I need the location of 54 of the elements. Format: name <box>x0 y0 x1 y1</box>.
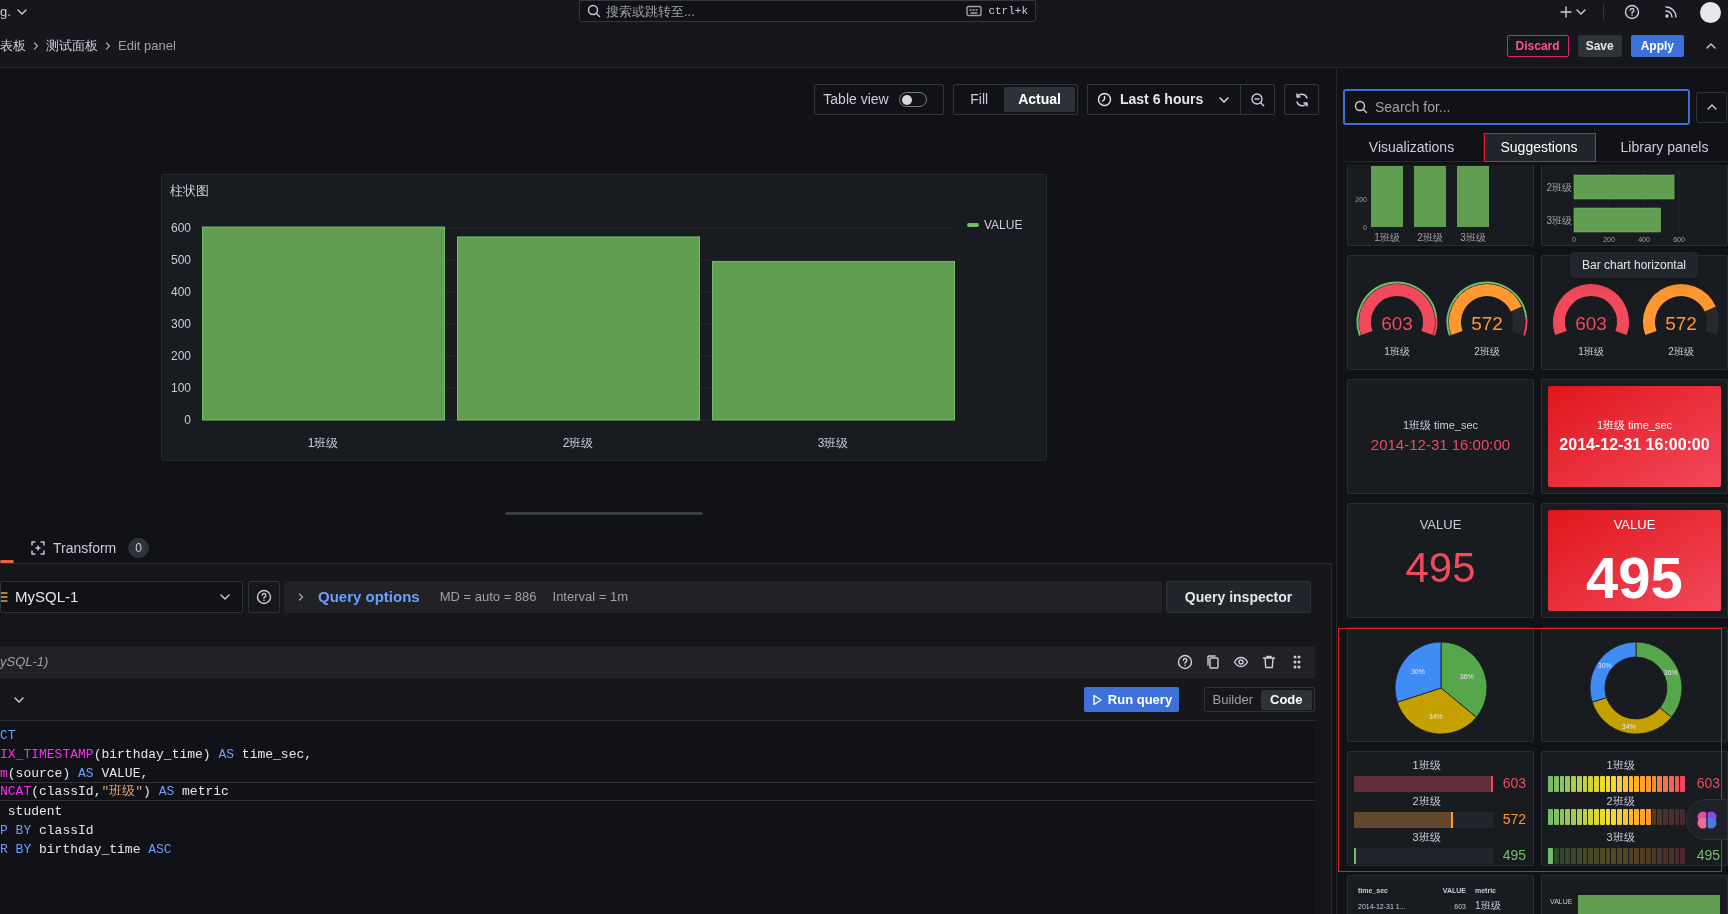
stat-value: 2014-12-31 16:00:00 <box>1559 436 1710 453</box>
bar-value: 495 <box>1695 846 1720 865</box>
stat-label: VALUE <box>1419 517 1462 532</box>
tooltip: Bar chart horizontal <box>1570 252 1698 278</box>
breadcrumb-current: Edit panel <box>118 36 176 55</box>
axis-tick-label: 500 <box>170 253 191 267</box>
stat-label: 1班级 time_sec <box>1596 419 1673 431</box>
gauge-value: 572 <box>1471 313 1503 334</box>
axis-category-label: 2班级 <box>562 436 594 450</box>
gauge-value: 603 <box>1381 313 1413 334</box>
gauge-value: 603 <box>1575 313 1607 334</box>
gauge-value: 572 <box>1665 313 1697 334</box>
chart-title: 柱状图 <box>170 183 209 198</box>
bar-value: 572 <box>1501 810 1526 829</box>
query-row-title: ySQL-1) <box>0 653 49 672</box>
axis-category-label: 3班级 <box>1546 215 1572 226</box>
bar-label: 3班级 <box>1411 830 1442 845</box>
shortcut-hint: ctrl+k <box>988 4 1028 19</box>
axis-category-label: 1班级 <box>307 436 339 450</box>
gauge-label: 1班级 <box>1384 346 1410 357</box>
bar-label: 2班级 <box>1411 794 1442 809</box>
time-range-label: Last 6 hours <box>1120 90 1204 109</box>
bar-label: 1班级 <box>1411 758 1442 773</box>
bar-value: 603 <box>1501 774 1526 793</box>
axis-category-label: 2班级 <box>1417 232 1443 243</box>
stat-label: VALUE <box>1613 517 1656 532</box>
bar-label: 2班级 <box>1605 794 1636 809</box>
gauge-label: 1班级 <box>1578 346 1604 357</box>
legend-label: VALUE <box>984 218 1023 232</box>
stat-value: 2014-12-31 16:00:00 <box>1370 436 1511 453</box>
table-cell: 1班级 <box>1475 900 1501 911</box>
axis-tick-label: 400 <box>170 285 191 299</box>
axis-category-label: 1班级 <box>1374 232 1400 243</box>
count-badge: 0 <box>128 538 149 558</box>
axis-category-label: 3班级 <box>817 436 849 450</box>
gauge-label: 2班级 <box>1474 346 1500 357</box>
axis-tick-label: 200 <box>170 349 191 363</box>
bar-label: 3班级 <box>1605 830 1636 845</box>
axis-tick-label: 300 <box>170 317 191 331</box>
axis-category-label: 3班级 <box>1460 232 1486 243</box>
bar-value: 495 <box>1501 846 1526 865</box>
stat-label: 1班级 time_sec <box>1402 419 1479 431</box>
query-option-info: Interval = 1m <box>552 588 629 607</box>
gauge-label: 2班级 <box>1668 346 1694 357</box>
axis-tick-label: 100 <box>170 381 191 395</box>
toggle-label: Table view <box>823 90 889 109</box>
bar-value: 603 <box>1695 774 1720 793</box>
query-option-info: MD = auto = 886 <box>439 588 537 607</box>
axis-category-label: 2班级 <box>1546 182 1572 193</box>
stat-value: 495 <box>1405 544 1476 591</box>
bar-label: 1班级 <box>1605 758 1636 773</box>
axis-tick-label: 600 <box>170 221 191 235</box>
stat-value: 495 <box>1586 545 1683 610</box>
axis-tick-label: 0 <box>184 413 191 427</box>
